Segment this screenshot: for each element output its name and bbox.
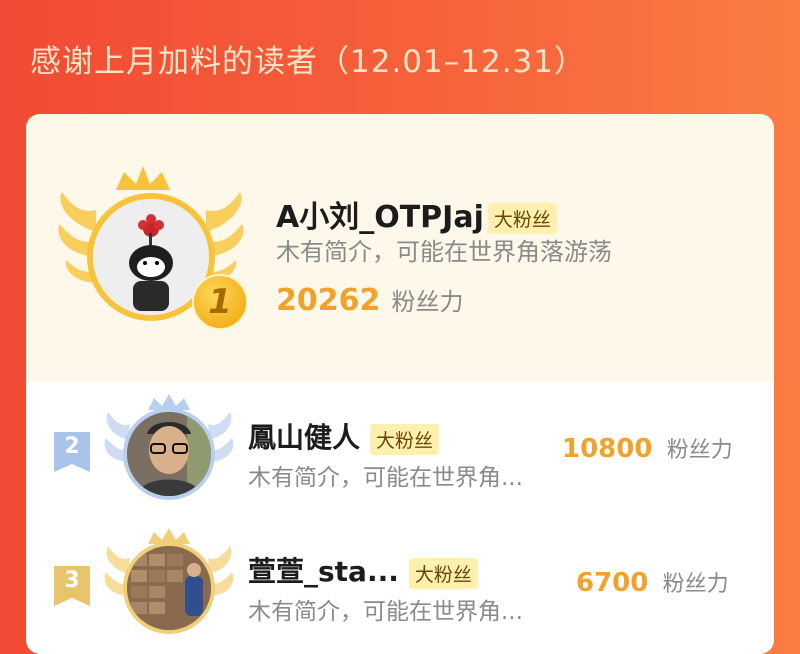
rank-3-entry[interactable]: 3 萱萱_sta... 大粉丝 木有简介，可能在世界角... 6700 粉丝力 — [26, 516, 774, 646]
rank-1-avatar-frame: 1 — [56, 162, 248, 337]
rank-2-flag-badge: 2 — [54, 432, 90, 472]
rank-1-name-line: A小刘_OTPJaj 大粉丝 — [276, 192, 557, 236]
man-with-glasses-avatar-image — [127, 412, 211, 496]
rank-1-score: 20262 粉丝力 — [276, 282, 463, 318]
rank-3-name-line: 萱萱_sta... 大粉丝 — [248, 550, 478, 590]
rank-3-score-unit: 粉丝力 — [662, 572, 729, 597]
rank-1-score-value: 20262 — [276, 283, 381, 318]
rank-3-fan-badge: 大粉丝 — [408, 557, 478, 589]
rank-3-bio: 木有简介，可能在世界角... — [248, 599, 523, 625]
rank-3-avatar-frame — [104, 524, 234, 644]
rank-2-score-unit: 粉丝力 — [666, 438, 733, 463]
rank-3-score-value: 6700 — [576, 568, 649, 598]
rank-2-score: 10800 粉丝力 — [562, 432, 733, 464]
rank-1-bio: 木有简介，可能在世界角落游荡 — [276, 238, 612, 266]
rank-1-fan-badge: 大粉丝 — [487, 203, 557, 234]
rank-1-entry[interactable]: 1 A小刘_OTPJaj 大粉丝 木有简介，可能在世界角落游荡 20262 粉丝力 — [26, 114, 774, 382]
rank-1-medal-badge: 1 — [192, 274, 248, 330]
rank-1-score-unit: 粉丝力 — [391, 288, 464, 316]
rank-2-name-line: 鳳山健人 大粉丝 — [248, 416, 440, 456]
rank-2-avatar[interactable] — [127, 412, 211, 496]
rank-2-score-value: 10800 — [562, 434, 653, 464]
rank-2-entry[interactable]: 2 鳳山健人 大粉丝 木有简介，可能在世界角... 10800 粉丝力 — [26, 382, 774, 512]
rank-2-avatar-frame — [104, 390, 234, 510]
rank-2-username[interactable]: 鳳山健人 — [248, 421, 360, 454]
rank-3-score: 6700 粉丝力 — [576, 566, 729, 598]
rank-2-bio: 木有简介，可能在世界角... — [248, 465, 523, 491]
rank-2-fan-badge: 大粉丝 — [370, 423, 440, 455]
rank-1-username[interactable]: A小刘_OTPJaj — [276, 200, 484, 235]
page-title: 感谢上月加料的读者（12.01–12.31） — [30, 44, 586, 80]
rank-3-avatar[interactable] — [127, 546, 211, 630]
rank-3-username[interactable]: 萱萱_sta... — [248, 555, 399, 588]
shelves-photo-avatar-image — [127, 546, 211, 630]
leaderboard-card: 1 A小刘_OTPJaj 大粉丝 木有简介，可能在世界角落游荡 20262 粉丝力… — [26, 114, 774, 654]
rank-3-flag-badge: 3 — [54, 566, 90, 606]
